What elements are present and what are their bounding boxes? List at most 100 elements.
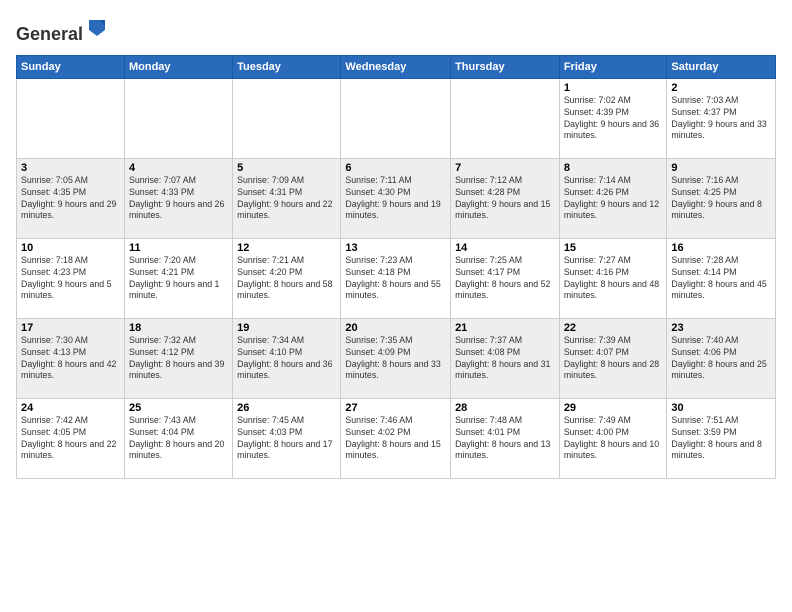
day-info: Sunrise: 7:46 AM Sunset: 4:02 PM Dayligh… bbox=[345, 415, 446, 463]
day-number: 15 bbox=[564, 242, 663, 254]
calendar-week-row: 10Sunrise: 7:18 AM Sunset: 4:23 PM Dayli… bbox=[17, 238, 776, 318]
weekday-header: Wednesday bbox=[341, 55, 451, 78]
calendar-cell bbox=[451, 78, 560, 158]
day-info: Sunrise: 7:05 AM Sunset: 4:35 PM Dayligh… bbox=[21, 175, 120, 223]
day-info: Sunrise: 7:23 AM Sunset: 4:18 PM Dayligh… bbox=[345, 255, 446, 303]
logo-text: General bbox=[16, 16, 109, 45]
calendar-cell: 18Sunrise: 7:32 AM Sunset: 4:12 PM Dayli… bbox=[124, 318, 232, 398]
day-number: 24 bbox=[21, 402, 120, 414]
day-number: 1 bbox=[564, 82, 663, 94]
calendar-cell: 3Sunrise: 7:05 AM Sunset: 4:35 PM Daylig… bbox=[17, 158, 125, 238]
day-info: Sunrise: 7:30 AM Sunset: 4:13 PM Dayligh… bbox=[21, 335, 120, 383]
day-number: 12 bbox=[237, 242, 336, 254]
day-info: Sunrise: 7:12 AM Sunset: 4:28 PM Dayligh… bbox=[455, 175, 555, 223]
calendar-cell: 17Sunrise: 7:30 AM Sunset: 4:13 PM Dayli… bbox=[17, 318, 125, 398]
day-info: Sunrise: 7:16 AM Sunset: 4:25 PM Dayligh… bbox=[671, 175, 771, 223]
day-number: 6 bbox=[345, 162, 446, 174]
calendar-cell: 19Sunrise: 7:34 AM Sunset: 4:10 PM Dayli… bbox=[233, 318, 341, 398]
calendar-cell: 26Sunrise: 7:45 AM Sunset: 4:03 PM Dayli… bbox=[233, 398, 341, 478]
calendar-cell: 30Sunrise: 7:51 AM Sunset: 3:59 PM Dayli… bbox=[667, 398, 776, 478]
calendar-cell: 21Sunrise: 7:37 AM Sunset: 4:08 PM Dayli… bbox=[451, 318, 560, 398]
day-info: Sunrise: 7:21 AM Sunset: 4:20 PM Dayligh… bbox=[237, 255, 336, 303]
weekday-header: Thursday bbox=[451, 55, 560, 78]
day-number: 22 bbox=[564, 322, 663, 334]
day-number: 2 bbox=[671, 82, 771, 94]
day-info: Sunrise: 7:34 AM Sunset: 4:10 PM Dayligh… bbox=[237, 335, 336, 383]
calendar-cell: 2Sunrise: 7:03 AM Sunset: 4:37 PM Daylig… bbox=[667, 78, 776, 158]
day-number: 30 bbox=[671, 402, 771, 414]
day-number: 29 bbox=[564, 402, 663, 414]
day-number: 4 bbox=[129, 162, 228, 174]
day-number: 7 bbox=[455, 162, 555, 174]
calendar-cell: 7Sunrise: 7:12 AM Sunset: 4:28 PM Daylig… bbox=[451, 158, 560, 238]
day-info: Sunrise: 7:40 AM Sunset: 4:06 PM Dayligh… bbox=[671, 335, 771, 383]
logo-general: General bbox=[16, 24, 83, 44]
day-number: 20 bbox=[345, 322, 446, 334]
day-number: 16 bbox=[671, 242, 771, 254]
day-info: Sunrise: 7:51 AM Sunset: 3:59 PM Dayligh… bbox=[671, 415, 771, 463]
calendar-cell: 8Sunrise: 7:14 AM Sunset: 4:26 PM Daylig… bbox=[559, 158, 667, 238]
calendar-page: General SundayMondayTuesdayWednesdayThur… bbox=[0, 0, 792, 612]
calendar-cell bbox=[124, 78, 232, 158]
day-number: 27 bbox=[345, 402, 446, 414]
calendar-cell bbox=[341, 78, 451, 158]
calendar-cell: 9Sunrise: 7:16 AM Sunset: 4:25 PM Daylig… bbox=[667, 158, 776, 238]
weekday-header: Saturday bbox=[667, 55, 776, 78]
weekday-header: Tuesday bbox=[233, 55, 341, 78]
calendar-table: SundayMondayTuesdayWednesdayThursdayFrid… bbox=[16, 55, 776, 479]
day-info: Sunrise: 7:25 AM Sunset: 4:17 PM Dayligh… bbox=[455, 255, 555, 303]
calendar-cell: 23Sunrise: 7:40 AM Sunset: 4:06 PM Dayli… bbox=[667, 318, 776, 398]
day-info: Sunrise: 7:11 AM Sunset: 4:30 PM Dayligh… bbox=[345, 175, 446, 223]
day-info: Sunrise: 7:02 AM Sunset: 4:39 PM Dayligh… bbox=[564, 95, 663, 143]
day-info: Sunrise: 7:03 AM Sunset: 4:37 PM Dayligh… bbox=[671, 95, 771, 143]
calendar-cell: 28Sunrise: 7:48 AM Sunset: 4:01 PM Dayli… bbox=[451, 398, 560, 478]
weekday-header: Sunday bbox=[17, 55, 125, 78]
weekday-header: Friday bbox=[559, 55, 667, 78]
calendar-cell: 11Sunrise: 7:20 AM Sunset: 4:21 PM Dayli… bbox=[124, 238, 232, 318]
day-number: 25 bbox=[129, 402, 228, 414]
day-info: Sunrise: 7:09 AM Sunset: 4:31 PM Dayligh… bbox=[237, 175, 336, 223]
calendar-cell: 29Sunrise: 7:49 AM Sunset: 4:00 PM Dayli… bbox=[559, 398, 667, 478]
day-number: 13 bbox=[345, 242, 446, 254]
calendar-cell: 16Sunrise: 7:28 AM Sunset: 4:14 PM Dayli… bbox=[667, 238, 776, 318]
day-info: Sunrise: 7:48 AM Sunset: 4:01 PM Dayligh… bbox=[455, 415, 555, 463]
calendar-cell: 5Sunrise: 7:09 AM Sunset: 4:31 PM Daylig… bbox=[233, 158, 341, 238]
calendar-cell: 22Sunrise: 7:39 AM Sunset: 4:07 PM Dayli… bbox=[559, 318, 667, 398]
calendar-cell: 6Sunrise: 7:11 AM Sunset: 4:30 PM Daylig… bbox=[341, 158, 451, 238]
calendar-cell: 20Sunrise: 7:35 AM Sunset: 4:09 PM Dayli… bbox=[341, 318, 451, 398]
calendar-cell bbox=[17, 78, 125, 158]
calendar-week-row: 24Sunrise: 7:42 AM Sunset: 4:05 PM Dayli… bbox=[17, 398, 776, 478]
day-info: Sunrise: 7:18 AM Sunset: 4:23 PM Dayligh… bbox=[21, 255, 120, 303]
header: General bbox=[16, 16, 776, 45]
calendar-cell: 27Sunrise: 7:46 AM Sunset: 4:02 PM Dayli… bbox=[341, 398, 451, 478]
day-info: Sunrise: 7:32 AM Sunset: 4:12 PM Dayligh… bbox=[129, 335, 228, 383]
calendar-cell: 4Sunrise: 7:07 AM Sunset: 4:33 PM Daylig… bbox=[124, 158, 232, 238]
weekday-header-row: SundayMondayTuesdayWednesdayThursdayFrid… bbox=[17, 55, 776, 78]
day-number: 10 bbox=[21, 242, 120, 254]
day-number: 23 bbox=[671, 322, 771, 334]
day-info: Sunrise: 7:28 AM Sunset: 4:14 PM Dayligh… bbox=[671, 255, 771, 303]
calendar-week-row: 17Sunrise: 7:30 AM Sunset: 4:13 PM Dayli… bbox=[17, 318, 776, 398]
calendar-cell: 13Sunrise: 7:23 AM Sunset: 4:18 PM Dayli… bbox=[341, 238, 451, 318]
calendar-cell: 15Sunrise: 7:27 AM Sunset: 4:16 PM Dayli… bbox=[559, 238, 667, 318]
logo-icon bbox=[85, 16, 109, 40]
day-number: 8 bbox=[564, 162, 663, 174]
day-number: 26 bbox=[237, 402, 336, 414]
calendar-week-row: 3Sunrise: 7:05 AM Sunset: 4:35 PM Daylig… bbox=[17, 158, 776, 238]
calendar-week-row: 1Sunrise: 7:02 AM Sunset: 4:39 PM Daylig… bbox=[17, 78, 776, 158]
day-number: 17 bbox=[21, 322, 120, 334]
day-number: 18 bbox=[129, 322, 228, 334]
day-info: Sunrise: 7:45 AM Sunset: 4:03 PM Dayligh… bbox=[237, 415, 336, 463]
day-number: 11 bbox=[129, 242, 228, 254]
calendar-cell: 14Sunrise: 7:25 AM Sunset: 4:17 PM Dayli… bbox=[451, 238, 560, 318]
calendar-cell: 1Sunrise: 7:02 AM Sunset: 4:39 PM Daylig… bbox=[559, 78, 667, 158]
day-info: Sunrise: 7:43 AM Sunset: 4:04 PM Dayligh… bbox=[129, 415, 228, 463]
day-info: Sunrise: 7:39 AM Sunset: 4:07 PM Dayligh… bbox=[564, 335, 663, 383]
calendar-cell: 24Sunrise: 7:42 AM Sunset: 4:05 PM Dayli… bbox=[17, 398, 125, 478]
weekday-header: Monday bbox=[124, 55, 232, 78]
calendar-cell: 25Sunrise: 7:43 AM Sunset: 4:04 PM Dayli… bbox=[124, 398, 232, 478]
day-info: Sunrise: 7:14 AM Sunset: 4:26 PM Dayligh… bbox=[564, 175, 663, 223]
day-number: 3 bbox=[21, 162, 120, 174]
day-number: 28 bbox=[455, 402, 555, 414]
day-info: Sunrise: 7:20 AM Sunset: 4:21 PM Dayligh… bbox=[129, 255, 228, 303]
